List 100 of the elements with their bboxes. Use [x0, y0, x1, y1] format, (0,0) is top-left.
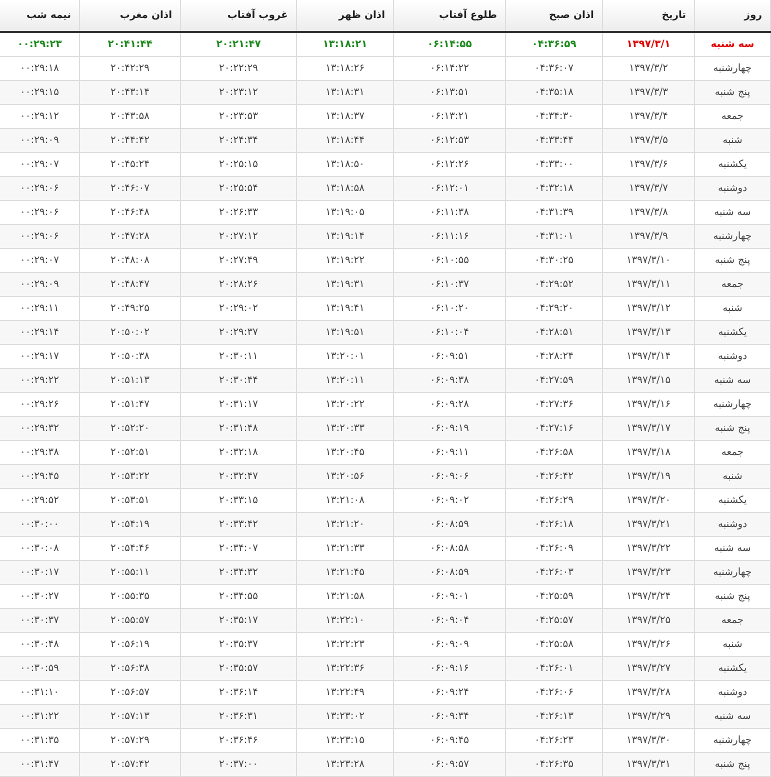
table-cell: ۰۴:۳۴:۳۰	[506, 104, 602, 128]
table-cell: شنبه	[694, 296, 770, 320]
table-cell: ۰۶:۰۹:۴۵	[394, 728, 506, 752]
table-cell: ۰۶:۱۴:۵۵	[394, 32, 506, 56]
table-cell: پنج شنبه	[694, 80, 770, 104]
table-cell: ۰۶:۱۲:۲۶	[394, 152, 506, 176]
table-cell: ۰۴:۲۶:۵۸	[506, 440, 602, 464]
table-cell: جمعه	[694, 440, 770, 464]
table-cell: ۰۴:۳۱:۰۱	[506, 224, 602, 248]
table-cell: ۱۳۹۷/۳/۲۷	[602, 656, 694, 680]
table-cell: ۲۰:۵۴:۱۹	[80, 512, 180, 536]
table-cell: ۰۴:۲۵:۵۹	[506, 584, 602, 608]
table-cell: ۰۴:۳۵:۱۸	[506, 80, 602, 104]
table-cell: ۱۳:۲۳:۰۲	[296, 704, 394, 728]
table-cell: ۰۴:۲۶:۲۹	[506, 488, 602, 512]
table-cell: شنبه	[694, 464, 770, 488]
table-cell: ۲۰:۳۵:۳۷	[180, 632, 296, 656]
table-cell: ۱۳:۱۸:۵۰	[296, 152, 394, 176]
table-cell: ۲۰:۴۷:۲۸	[80, 224, 180, 248]
table-cell: ۱۳۹۷/۳/۲۹	[602, 704, 694, 728]
table-cell: ۲۰:۴۵:۲۴	[80, 152, 180, 176]
table-cell: ۲۰:۲۴:۳۴	[180, 128, 296, 152]
table-cell: ۱۳:۱۸:۳۱	[296, 80, 394, 104]
table-cell: ۱۳۹۷/۳/۳۰	[602, 728, 694, 752]
table-cell: ۲۰:۳۶:۴۶	[180, 728, 296, 752]
table-cell: ۱۳:۲۱:۳۳	[296, 536, 394, 560]
table-cell: ۱۳:۱۹:۰۵	[296, 200, 394, 224]
table-cell: یکشنبه	[694, 488, 770, 512]
table-cell: ۱۳۹۷/۳/۴	[602, 104, 694, 128]
table-cell: دوشنبه	[694, 176, 770, 200]
table-cell: ۰۶:۰۹:۳۸	[394, 368, 506, 392]
table-cell: ۲۰:۳۰:۱۱	[180, 344, 296, 368]
column-header: اذان صبح	[506, 0, 602, 32]
table-cell: ۰۴:۳۰:۲۵	[506, 248, 602, 272]
table-cell: ۰۶:۰۹:۱۶	[394, 656, 506, 680]
table-cell: یکشنبه	[694, 320, 770, 344]
table-cell: ۰۶:۱۰:۵۵	[394, 248, 506, 272]
table-cell: ۱۳۹۷/۳/۱	[602, 32, 694, 56]
table-cell: ۱۳۹۷/۳/۲۲	[602, 536, 694, 560]
table-cell: ۱۳۹۷/۳/۱۵	[602, 368, 694, 392]
table-cell: ۰۶:۱۰:۳۷	[394, 272, 506, 296]
table-cell: ۲۰:۳۱:۴۸	[180, 416, 296, 440]
table-cell: ۰۶:۰۹:۰۹	[394, 632, 506, 656]
column-header: طلوع آفتاب	[394, 0, 506, 32]
table-cell: ۱۳:۲۰:۲۲	[296, 392, 394, 416]
table-cell: ۰۴:۲۶:۳۵	[506, 752, 602, 776]
table-cell: ۱۳۹۷/۳/۳۱	[602, 752, 694, 776]
table-cell: ۲۰:۴۶:۴۸	[80, 200, 180, 224]
table-cell: ۰۴:۲۹:۵۲	[506, 272, 602, 296]
table-cell: چهارشنبه	[694, 392, 770, 416]
column-header: اذان مغرب	[80, 0, 180, 32]
table-cell: چهارشنبه	[694, 56, 770, 80]
table-cell: ۲۰:۳۷:۰۰	[180, 752, 296, 776]
table-cell: ۲۰:۵۵:۵۷	[80, 608, 180, 632]
table-cell: ۰۶:۱۱:۱۶	[394, 224, 506, 248]
table-cell: ۲۰:۵۴:۴۶	[80, 536, 180, 560]
table-cell: ۲۰:۵۶:۱۹	[80, 632, 180, 656]
table-cell: ۲۰:۳۵:۵۷	[180, 656, 296, 680]
table-cell: ۱۳۹۷/۳/۲۴	[602, 584, 694, 608]
table-cell: ۲۰:۲۵:۵۴	[180, 176, 296, 200]
table-cell: ۲۰:۳۶:۳۱	[180, 704, 296, 728]
table-cell: ۰۶:۰۸:۵۹	[394, 512, 506, 536]
table-cell: ۲۰:۵۱:۴۷	[80, 392, 180, 416]
table-cell: جمعه	[694, 608, 770, 632]
table-cell: ۰۶:۰۸:۵۸	[394, 536, 506, 560]
table-cell: سه شنبه	[694, 368, 770, 392]
table-cell: سه شنبه	[694, 536, 770, 560]
table-cell: پنج شنبه	[694, 584, 770, 608]
table-cell: دوشنبه	[694, 680, 770, 704]
table-cell: شنبه	[694, 632, 770, 656]
table-cell: ۱۳۹۷/۳/۲۸	[602, 680, 694, 704]
table-cell: ۰۴:۲۵:۵۷	[506, 608, 602, 632]
table-cell: ۲۰:۳۴:۳۲	[180, 560, 296, 584]
table-cell: ۲۰:۲۹:۰۲	[180, 296, 296, 320]
table-cell: ۱۳:۱۹:۴۱	[296, 296, 394, 320]
table-cell: ۲۰:۴۲:۲۹	[80, 56, 180, 80]
table-cell: ۲۰:۴۹:۲۵	[80, 296, 180, 320]
table-cell: ۱۳:۲۲:۳۶	[296, 656, 394, 680]
table-cell: ۱۳:۲۲:۲۳	[296, 632, 394, 656]
table-cell: ۲۰:۴۸:۰۸	[80, 248, 180, 272]
table-cell: ۱۳:۱۹:۳۱	[296, 272, 394, 296]
column-header: غروب آفتاب	[180, 0, 296, 32]
column-header: روز	[694, 0, 770, 32]
table-cell: ۱۳:۱۹:۲۲	[296, 248, 394, 272]
table-cell: ۲۰:۵۰:۰۲	[80, 320, 180, 344]
table-cell: ۲۰:۵۱:۱۳	[80, 368, 180, 392]
table-cell: ۱۳۹۷/۳/۱۲	[602, 296, 694, 320]
table-cell: ۱۳:۲۲:۱۰	[296, 608, 394, 632]
table-cell: ۰۶:۰۹:۲۴	[394, 680, 506, 704]
table-cell: ۱۳:۱۸:۲۱	[296, 32, 394, 56]
table-cell: ۱۳۹۷/۳/۱۱	[602, 272, 694, 296]
table-cell: ۱۳۹۷/۳/۳	[602, 80, 694, 104]
table-cell: ۰۴:۲۶:۰۳	[506, 560, 602, 584]
table-cell: شنبه	[694, 128, 770, 152]
table-cell: جمعه	[694, 104, 770, 128]
table-cell: ۱۳۹۷/۳/۸	[602, 200, 694, 224]
table-cell: سه شنبه	[694, 704, 770, 728]
table-cell: ۱۳۹۷/۳/۲۵	[602, 608, 694, 632]
table-cell: ۲۰:۳۰:۴۴	[180, 368, 296, 392]
table-cell: ۰۶:۱۰:۰۴	[394, 320, 506, 344]
